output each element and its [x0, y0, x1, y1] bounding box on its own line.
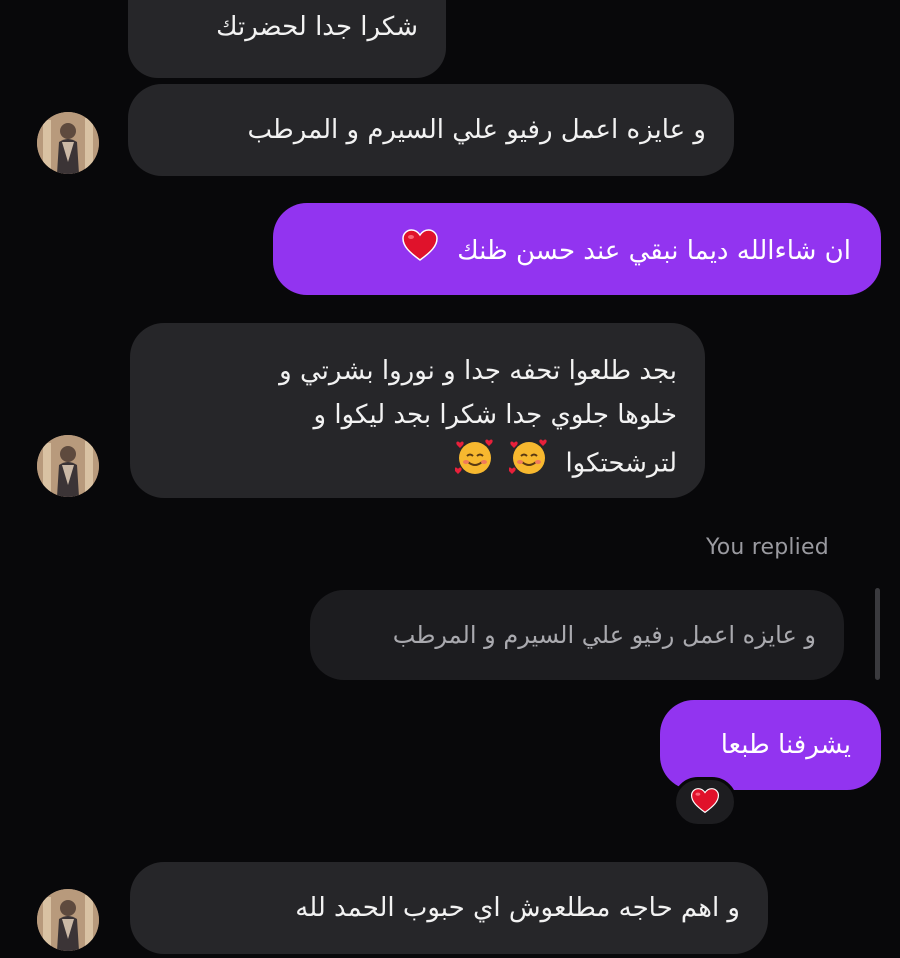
message-text: شكرا جدا لحضرتك [216, 12, 418, 42]
message-reaction[interactable] [673, 777, 737, 827]
message-bubble-incoming[interactable]: و اهم حاجه مطلعوش اي حبوب الحمد لله [130, 862, 768, 954]
message-text-line: بجد طلعوا تحفه جدا و نوروا بشرتي و [279, 356, 677, 386]
quoted-message-text: و عايزه اعمل رفيو علي السيرم و المرطب [392, 621, 816, 649]
message-text: و عايزه اعمل رفيو علي السيرم و المرطب [247, 115, 707, 145]
red-heart-icon [401, 228, 439, 275]
message-bubble-incoming[interactable]: بجد طلعوا تحفه جدا و نوروا بشرتي و خلوها… [130, 323, 705, 498]
reply-indicator-bar [875, 588, 880, 680]
message-text: و اهم حاجه مطلعوش اي حبوب الحمد لله [295, 893, 740, 923]
message-bubble-incoming[interactable]: و عايزه اعمل رفيو علي السيرم و المرطب [128, 84, 734, 176]
smiling-face-with-hearts-icon [454, 437, 495, 491]
avatar-photo-icon [37, 435, 99, 497]
smiling-face-with-hearts-icon [508, 437, 549, 491]
avatar-photo-icon [37, 112, 99, 174]
message-bubble-outgoing[interactable]: ان شاءالله ديما نبقي عند حسن ظنك [273, 203, 881, 295]
replied-label: You replied [706, 535, 829, 560]
message-text: ان شاءالله ديما نبقي عند حسن ظنك [457, 236, 851, 266]
sender-avatar[interactable] [37, 889, 99, 951]
message-text-line: خلوها جلوي جدا شكرا بجد ليكوا و [313, 400, 677, 430]
quoted-message-bubble[interactable]: و عايزه اعمل رفيو علي السيرم و المرطب [310, 590, 844, 680]
message-text: يشرفنا طبعا [720, 730, 851, 760]
message-text-line-with-emoji: لترشحتكوا [158, 437, 677, 491]
sender-avatar[interactable] [37, 435, 99, 497]
avatar-photo-icon [37, 889, 99, 951]
message-bubble-incoming[interactable]: شكرا جدا لحضرتك [128, 0, 446, 78]
red-heart-icon [690, 787, 720, 818]
message-text: لترشحتكوا [565, 448, 677, 479]
sender-avatar[interactable] [37, 112, 99, 174]
